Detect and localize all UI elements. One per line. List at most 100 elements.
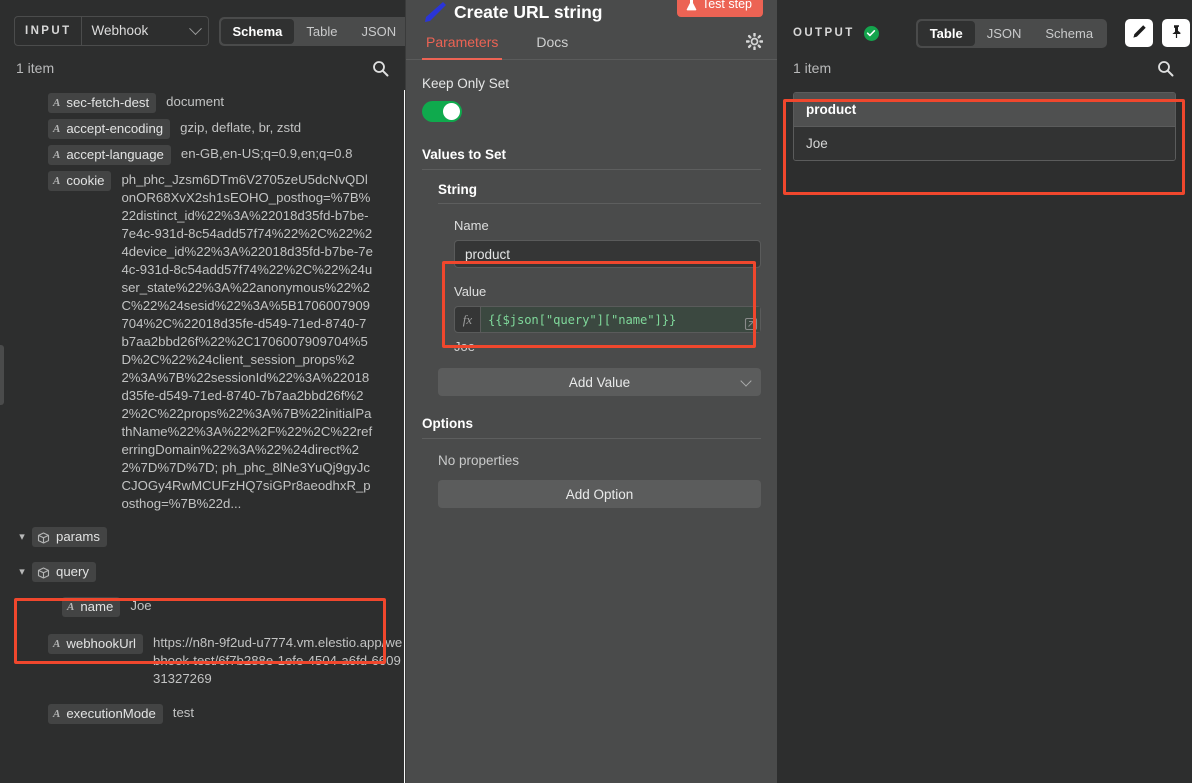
tab-table[interactable]: Table — [294, 19, 349, 44]
chevron-down-icon — [189, 22, 202, 35]
tree-key-chip: A accept-language — [48, 145, 171, 165]
output-view-tabs: Table JSON Schema — [916, 19, 1107, 48]
input-label: INPUT — [15, 17, 82, 45]
tree-value: Joe — [130, 597, 382, 615]
tree-key: cookie — [66, 172, 104, 189]
output-panel-header: OUTPUT Table JSON Schema — [777, 0, 1192, 52]
name-field-block: Name — [454, 218, 761, 268]
tree-value: en-GB,en-US;q=0.9,en;q=0.8 — [181, 145, 405, 163]
tree-row-webhookurl[interactable]: A webhookUrl https://n8n-9f2ud-u7774.vm.… — [48, 631, 405, 691]
value-label: Value — [454, 284, 761, 299]
n8n-node-editor: INPUT Webhook Schema Table JSON 1 item — [0, 0, 1192, 783]
input-panel: INPUT Webhook Schema Table JSON 1 item — [0, 0, 406, 783]
object-icon — [37, 566, 50, 578]
search-icon[interactable] — [1157, 60, 1174, 77]
string-type-icon: A — [53, 175, 60, 187]
tab-table[interactable]: Table — [918, 21, 975, 46]
pen-icon — [422, 1, 448, 23]
tree-row[interactable]: A accept-encoding gzip, deflate, br, zst… — [48, 116, 405, 142]
tree-key-chip: A accept-encoding — [48, 119, 170, 139]
toggle-knob — [443, 103, 460, 120]
output-table-cell[interactable]: Joe — [794, 126, 1175, 160]
add-option-button[interactable]: Add Option — [438, 480, 761, 508]
tree-row[interactable]: A cookie ph_phc_Jzsm6DTm6V2705zeU5dcNvQD… — [48, 168, 405, 516]
parameters-body: Keep Only Set Values to Set String Name … — [406, 60, 777, 508]
expand-icon[interactable] — [744, 317, 758, 331]
tab-docs[interactable]: Docs — [536, 25, 568, 59]
tree-key: name — [80, 598, 113, 615]
expression-text[interactable]: {{$json["query"]["name"]}} — [481, 307, 760, 332]
tree-key-chip: query — [32, 562, 96, 582]
gear-icon[interactable] — [746, 33, 763, 50]
tab-schema[interactable]: Schema — [1033, 21, 1105, 46]
edit-output-button[interactable] — [1125, 19, 1153, 47]
input-view-tabs: Schema Table JSON — [219, 17, 407, 46]
input-node-select[interactable]: Webhook — [82, 17, 208, 45]
tree-row-executionmode[interactable]: A executionMode test — [48, 701, 405, 727]
string-type-icon: A — [53, 708, 60, 720]
input-node-selector[interactable]: INPUT Webhook — [14, 16, 209, 46]
node-tabs: Parameters Docs — [406, 24, 777, 60]
tree-row[interactable]: A sec-fetch-dest document — [48, 90, 405, 116]
input-schema-tree[interactable]: A sec-fetch-dest document A accept-encod… — [0, 90, 405, 783]
test-step-button[interactable]: Test step — [677, 0, 763, 17]
keep-only-set-toggle[interactable] — [422, 101, 462, 122]
output-panel: OUTPUT Table JSON Schema 1 item — [777, 0, 1192, 783]
tree-key-chip: params — [32, 527, 107, 547]
tab-json[interactable]: JSON — [349, 19, 406, 44]
tree-key-chip: A cookie — [48, 171, 111, 191]
tree-value: document — [166, 93, 405, 111]
values-to-set-group: String Name Value fx {{$json["query"]["n… — [438, 170, 761, 396]
string-type-icon: A — [53, 149, 60, 161]
value-field-block: Value fx {{$json["query"]["name"]}} Joe — [454, 284, 761, 354]
add-value-button[interactable]: Add Value — [438, 368, 761, 396]
tree-row[interactable]: A accept-language en-GB,en-US;q=0.9,en;q… — [48, 142, 405, 168]
input-count-row: 1 item — [0, 52, 405, 86]
test-step-label: Test step — [702, 0, 752, 11]
options-section-label: Options — [422, 416, 761, 439]
pencil-icon — [1132, 24, 1147, 42]
string-type-icon: A — [53, 123, 60, 135]
chevron-down-icon[interactable]: ▾ — [14, 527, 30, 547]
output-item-count: 1 item — [793, 60, 831, 76]
tree-key: params — [56, 528, 100, 545]
tab-parameters[interactable]: Parameters — [426, 25, 498, 59]
chevron-down-icon[interactable]: ▾ — [14, 562, 30, 582]
panel-resize-handle[interactable] — [0, 345, 4, 405]
tab-json[interactable]: JSON — [975, 21, 1034, 46]
chevron-down-icon — [740, 375, 751, 386]
string-type-icon: A — [67, 601, 74, 613]
node-parameters-panel: Create URL string Test step Parameters D… — [406, 0, 777, 783]
tree-value: test — [173, 704, 405, 722]
fx-icon[interactable]: fx — [455, 307, 481, 332]
expression-result: Joe — [454, 339, 761, 354]
tab-schema[interactable]: Schema — [221, 19, 295, 44]
tree-row-query[interactable]: ▾ query — [14, 559, 405, 585]
name-input[interactable] — [454, 240, 761, 268]
node-title: Create URL string — [454, 1, 602, 23]
node-header: Create URL string Test step — [406, 0, 777, 24]
tree-value: https://n8n-9f2ud-u7774.vm.elestio.app/w… — [153, 634, 405, 688]
tree-value: gzip, deflate, br, zstd — [180, 119, 405, 137]
tree-key-chip: A webhookUrl — [48, 634, 143, 654]
add-value-label: Add Value — [569, 375, 630, 390]
tree-row-params[interactable]: ▾ params — [14, 524, 405, 550]
input-panel-header: INPUT Webhook Schema Table JSON — [0, 0, 405, 52]
string-type-icon: A — [53, 638, 60, 650]
object-icon — [37, 531, 50, 543]
input-item-count: 1 item — [16, 60, 54, 76]
pin-icon — [1169, 24, 1184, 42]
pin-output-button[interactable] — [1162, 19, 1190, 47]
tree-key: webhookUrl — [66, 635, 136, 652]
tree-key-chip: A sec-fetch-dest — [48, 93, 156, 113]
tree-key-chip: A executionMode — [48, 704, 163, 724]
tree-key-chip: A name — [62, 597, 120, 617]
check-circle-icon — [864, 26, 879, 41]
tree-row-name[interactable]: A name Joe — [62, 594, 405, 620]
value-expression-field[interactable]: fx {{$json["query"]["name"]}} — [454, 306, 761, 333]
output-table-header-cell[interactable]: product — [794, 93, 1175, 126]
search-icon[interactable] — [372, 60, 389, 77]
keep-only-set-label: Keep Only Set — [422, 76, 761, 91]
tree-key: accept-encoding — [66, 120, 163, 137]
add-option-label: Add Option — [566, 487, 634, 502]
